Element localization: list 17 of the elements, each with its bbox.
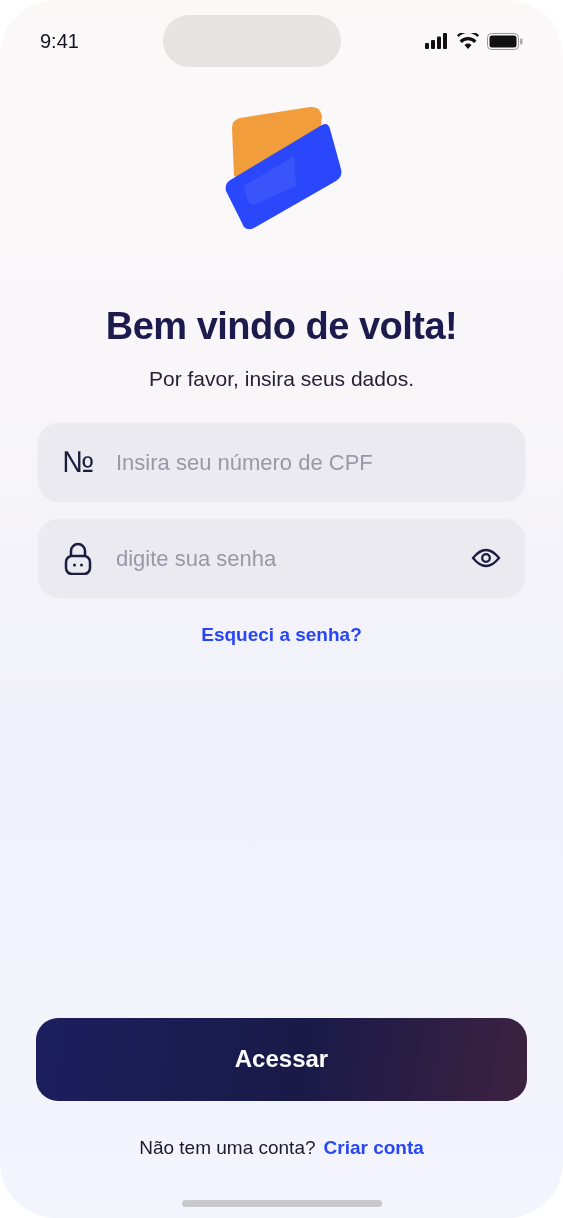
lock-icon xyxy=(64,541,92,575)
cpf-input[interactable]: № Insira seu número de CPF xyxy=(37,421,526,503)
password-input[interactable]: digite sua senha xyxy=(37,517,526,599)
password-field[interactable]: digite sua senha xyxy=(114,540,453,576)
eye-icon[interactable] xyxy=(471,548,501,568)
forgot-password-link[interactable]: Esqueci a senha? xyxy=(201,623,362,645)
signup-prompt: Não tem uma conta? xyxy=(139,1135,316,1160)
number-sign-icon: № xyxy=(60,447,96,477)
login-button[interactable]: Acessar xyxy=(36,1017,527,1101)
subtitle: Por favor, insira seus dados. xyxy=(148,366,415,392)
wifi-icon xyxy=(457,33,479,49)
battery-icon xyxy=(487,32,523,50)
welcome-title: Bem vindo de volta! xyxy=(104,304,459,349)
cpf-field[interactable]: Insira seu número de CPF xyxy=(114,444,501,480)
status-time: 9:41 xyxy=(40,29,79,54)
signal-icon xyxy=(425,33,449,49)
create-account-link[interactable]: Criar conta xyxy=(323,1133,424,1162)
